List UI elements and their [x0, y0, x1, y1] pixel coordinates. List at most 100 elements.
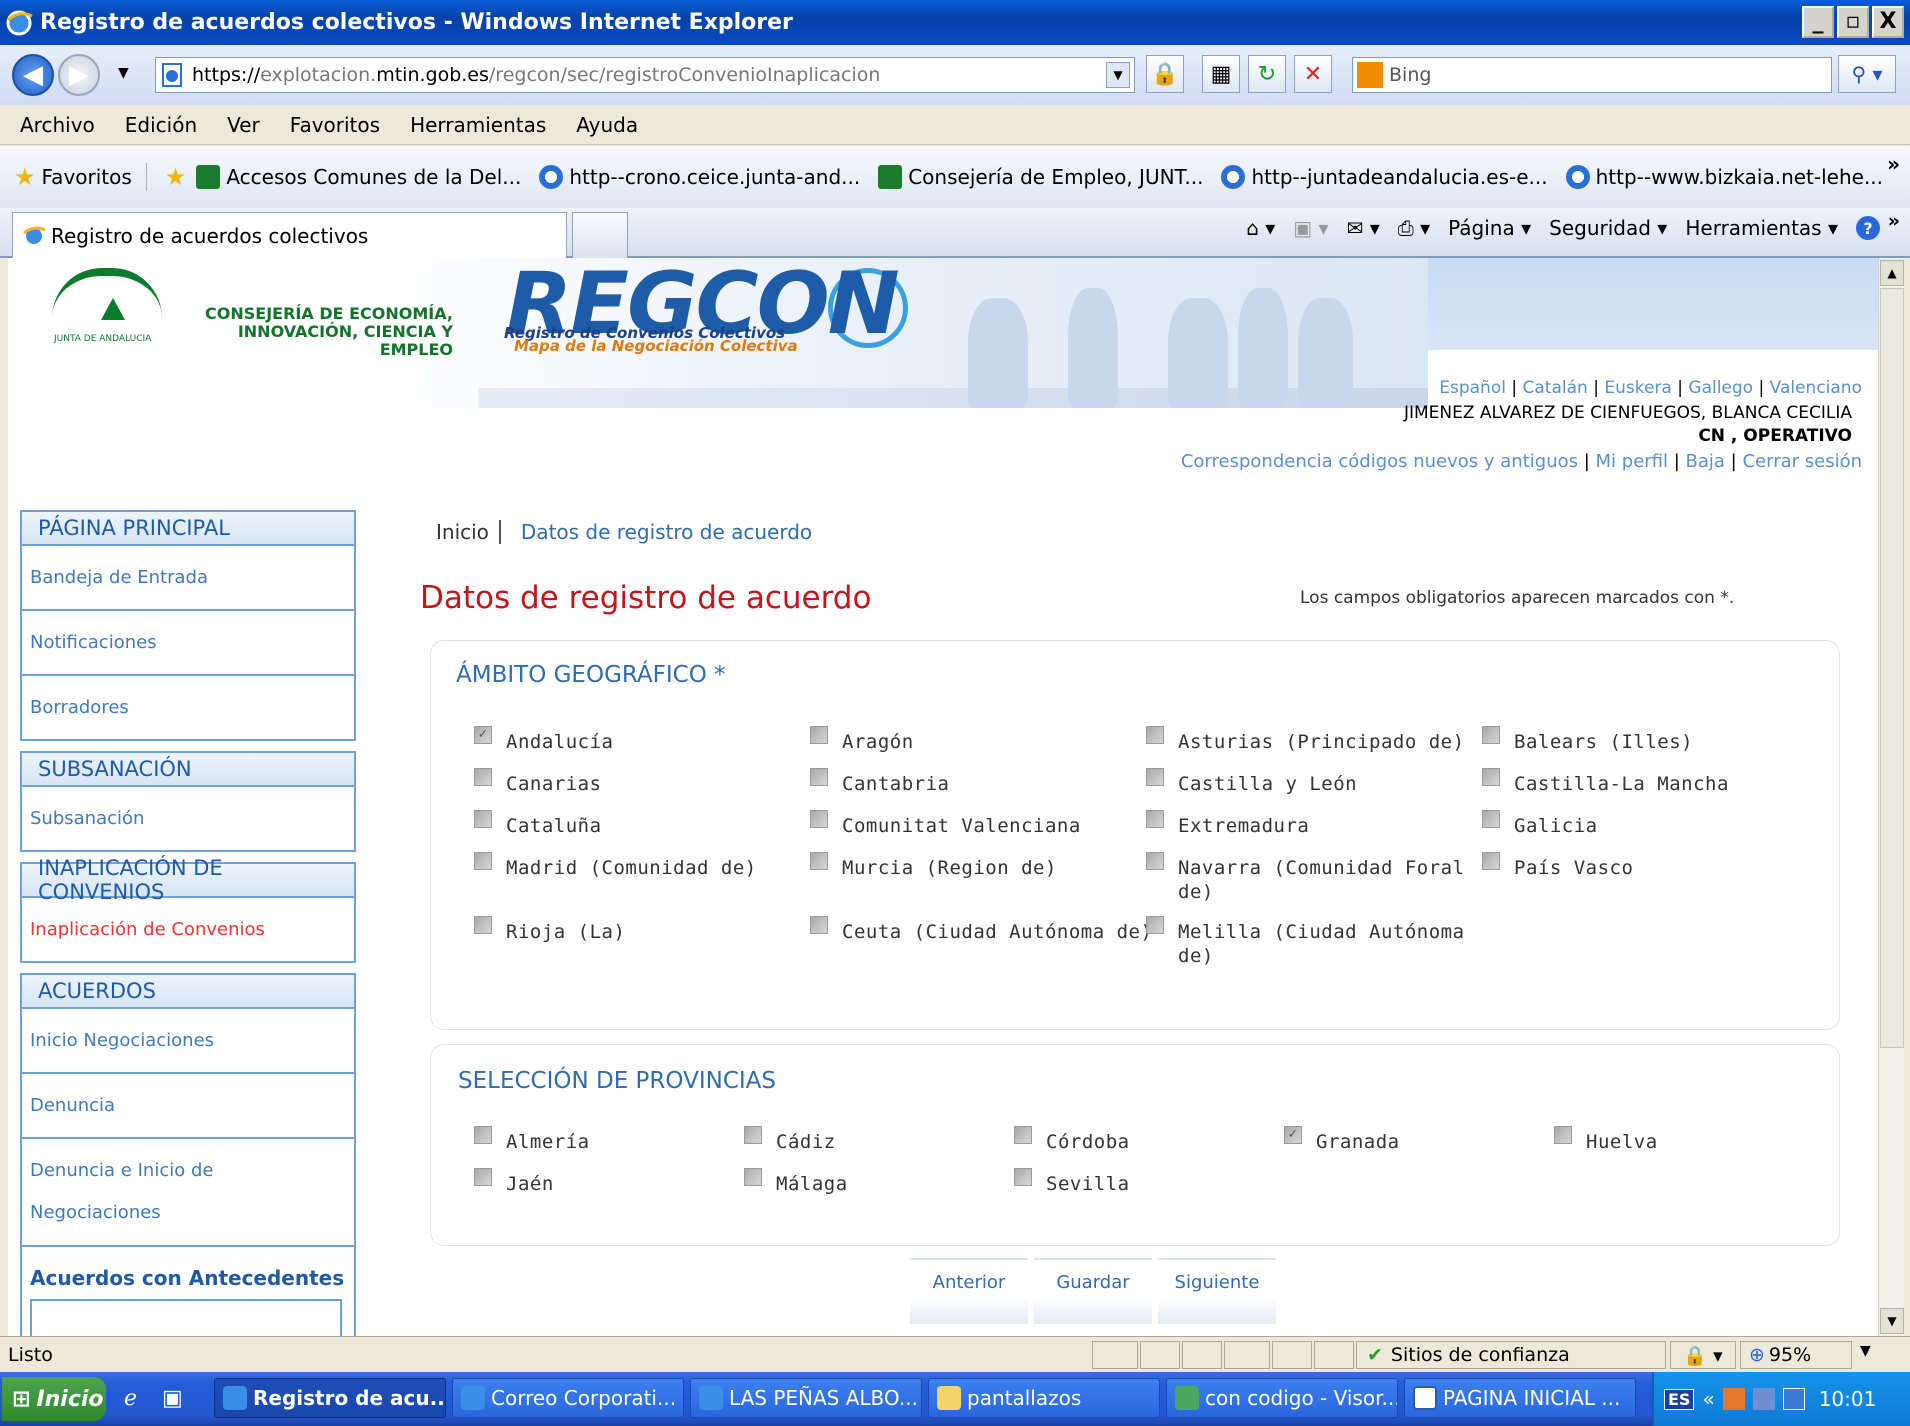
codes-link[interactable]: Correspondencia códigos nuevos y antiguo…	[1181, 451, 1578, 472]
address-dropdown-icon[interactable]: ▼	[1106, 62, 1130, 88]
help-icon[interactable]: ?	[1856, 216, 1880, 240]
checkbox-icon[interactable]	[1482, 810, 1500, 828]
scroll-thumb[interactable]	[1880, 288, 1904, 1048]
region-checkbox[interactable]: Castilla y León	[1146, 768, 1357, 796]
checkbox-icon[interactable]	[474, 852, 492, 870]
search-button[interactable]: ⚲ ▾	[1838, 55, 1896, 93]
address-bar[interactable]: https:// explotacion. mtin.gob.es /regco…	[155, 57, 1135, 93]
checkbox-icon[interactable]	[1482, 726, 1500, 744]
stop-icon[interactable]: ✕	[1294, 55, 1332, 93]
lang-link[interactable]: Gallego	[1688, 378, 1753, 398]
menu-archivo[interactable]: Archivo	[20, 113, 95, 137]
page-menu[interactable]: Página ▾	[1448, 216, 1531, 240]
region-checkbox[interactable]: Navarra (Comunidad Foral de)	[1146, 852, 1493, 904]
favorite-item[interactable]: Consejería de Empleo, JUNT...	[878, 165, 1203, 189]
zoom-control[interactable]: ⊕ 95%	[1740, 1341, 1852, 1369]
protected-mode-icon[interactable]: 🔒 ▾	[1670, 1341, 1736, 1369]
region-checkbox[interactable]: Melilla (Ciudad Autónoma de)	[1146, 916, 1493, 968]
mail-icon[interactable]: ✉ ▾	[1347, 216, 1380, 240]
favorites-button[interactable]: ★ Favoritos	[14, 163, 147, 191]
checkbox-icon[interactable]	[474, 1168, 492, 1186]
lang-link[interactable]: Español	[1439, 378, 1506, 398]
region-checkbox[interactable]: Murcia (Region de)	[810, 852, 1057, 880]
lang-link[interactable]: Valenciano	[1770, 378, 1862, 398]
checkbox-checked-icon[interactable]: ✓	[1284, 1126, 1302, 1144]
province-checkbox[interactable]: Málaga	[744, 1168, 848, 1196]
favorite-item[interactable]: Accesos Comunes de la Del...	[196, 165, 521, 189]
feeds-icon[interactable]: ▣ ▾	[1293, 216, 1328, 240]
save-button[interactable]: Guardar	[1034, 1258, 1152, 1324]
zoom-dropdown-icon[interactable]: ▼	[1860, 1343, 1871, 1359]
tab-active[interactable]: Registro de acuerdos colectivos	[12, 212, 567, 258]
start-button[interactable]: ⊞ Inicio	[2, 1377, 106, 1421]
checkbox-icon[interactable]	[474, 810, 492, 828]
add-favorite-icon[interactable]: ★	[165, 163, 187, 191]
new-tab-button[interactable]	[572, 212, 628, 258]
menu-herramientas[interactable]: Herramientas	[410, 113, 546, 137]
zone-indicator[interactable]: ✔ Sitios de confianza	[1356, 1341, 1666, 1369]
tray-expand-icon[interactable]: «	[1702, 1387, 1714, 1411]
checkbox-icon[interactable]	[474, 916, 492, 934]
lang-link[interactable]: Catalán	[1523, 378, 1588, 398]
lock-icon[interactable]: 🔒	[1146, 55, 1184, 93]
checkbox-icon[interactable]	[474, 1126, 492, 1144]
sidebar-item-bandeja[interactable]: Bandeja de Entrada	[20, 546, 356, 611]
sidebar-item-antecedentes[interactable]: Acuerdos con Antecedentes	[20, 1247, 356, 1336]
tools-menu[interactable]: Herramientas ▾	[1685, 216, 1838, 240]
checkbox-icon[interactable]	[810, 916, 828, 934]
favorite-item[interactable]: http--juntadeandalucia.es-e...	[1221, 165, 1548, 189]
province-checkbox[interactable]: Jaén	[474, 1168, 554, 1196]
prev-button[interactable]: Anterior	[910, 1258, 1028, 1324]
checkbox-icon[interactable]	[744, 1126, 762, 1144]
checkbox-icon[interactable]	[810, 726, 828, 744]
province-checkbox[interactable]: Huelva	[1554, 1126, 1658, 1154]
province-checkbox[interactable]: Cádiz	[744, 1126, 836, 1154]
profile-link[interactable]: Mi perfil	[1596, 451, 1669, 472]
maximize-button[interactable]: ▫	[1837, 6, 1869, 38]
checkbox-checked-icon[interactable]: ✓	[474, 726, 492, 744]
region-checkbox[interactable]: Galicia	[1482, 810, 1598, 838]
lang-link[interactable]: Euskera	[1604, 378, 1671, 398]
refresh-icon[interactable]: ↻	[1248, 55, 1286, 93]
language-indicator[interactable]: ES	[1664, 1388, 1695, 1410]
history-dropdown-icon[interactable]: ▼	[118, 65, 129, 81]
sidebar-item-denuncia-inicio[interactable]: Denuncia e Inicio de Negociaciones	[20, 1139, 356, 1247]
vertical-scrollbar[interactable]: ▲ ▼	[1878, 258, 1904, 1336]
checkbox-icon[interactable]	[474, 768, 492, 786]
menu-edicion[interactable]: Edición	[125, 113, 197, 137]
checkbox-icon[interactable]	[1014, 1126, 1032, 1144]
taskbar-item-pagina[interactable]: PAGINA INICIAL ...	[1404, 1378, 1636, 1418]
checkbox-icon[interactable]	[1146, 726, 1164, 744]
close-button[interactable]: X	[1872, 6, 1904, 38]
back-button[interactable]: ◀	[12, 54, 54, 96]
region-checkbox[interactable]: País Vasco	[1482, 852, 1633, 880]
chevron-right-icon[interactable]: »	[1887, 152, 1900, 176]
sidebar-item-denuncia[interactable]: Denuncia	[20, 1074, 356, 1139]
taskbar-item-pantallazos[interactable]: pantallazos	[928, 1378, 1160, 1418]
checkbox-icon[interactable]	[1146, 810, 1164, 828]
checkbox-icon[interactable]	[1014, 1168, 1032, 1186]
checkbox-icon[interactable]	[1482, 852, 1500, 870]
desktop-quicklaunch-icon[interactable]: ▣	[162, 1386, 183, 1411]
taskbar-item-visor[interactable]: con codigo - Visor...	[1166, 1378, 1398, 1418]
menu-ver[interactable]: Ver	[227, 113, 260, 137]
region-checkbox[interactable]: Balears (Illes)	[1482, 726, 1693, 754]
sidebar-item-notificaciones[interactable]: Notificaciones	[20, 611, 356, 676]
scroll-up-icon[interactable]: ▲	[1880, 260, 1904, 286]
sidebar-item-subsanacion[interactable]: Subsanación	[20, 787, 356, 852]
region-checkbox[interactable]: Aragón	[810, 726, 914, 754]
region-checkbox[interactable]: Cataluña	[474, 810, 602, 838]
breadcrumb-home[interactable]: Inicio	[436, 520, 501, 544]
province-checkbox[interactable]: ✓ Granada	[1284, 1126, 1400, 1154]
region-checkbox[interactable]: Ceuta (Ciudad Autónoma de)	[810, 916, 1152, 944]
province-checkbox[interactable]: Almería	[474, 1126, 590, 1154]
unsubscribe-link[interactable]: Baja	[1686, 451, 1725, 472]
checkbox-icon[interactable]	[1482, 768, 1500, 786]
home-icon[interactable]: ⌂ ▾	[1246, 216, 1275, 240]
sidebar-item-borradores[interactable]: Borradores	[20, 676, 356, 741]
region-checkbox[interactable]: Madrid (Comunidad de)	[474, 852, 757, 880]
minimize-button[interactable]: _	[1802, 6, 1834, 38]
print-icon[interactable]: ⎙ ▾	[1398, 216, 1430, 240]
region-checkbox[interactable]: ✓ Andalucía	[474, 726, 613, 754]
checkbox-icon[interactable]	[1554, 1126, 1572, 1144]
